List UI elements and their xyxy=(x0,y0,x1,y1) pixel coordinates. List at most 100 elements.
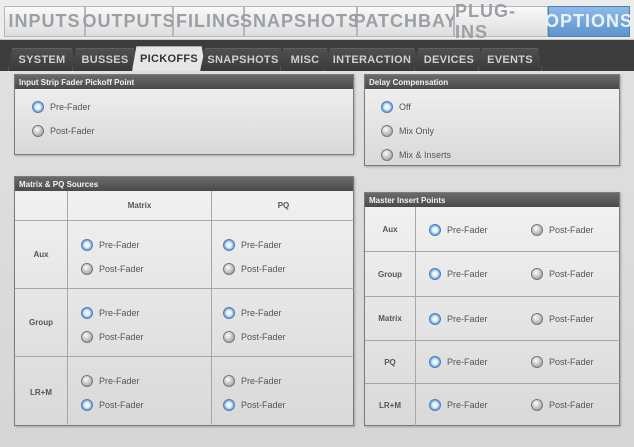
master-lrm-pre-fader-radio[interactable]: Pre-Fader xyxy=(429,399,488,411)
panel-title: Delay Compensation xyxy=(365,75,619,89)
input-strip-pre-fader-radio[interactable]: Pre-Fader xyxy=(32,101,91,113)
input-strip-pickoff-panel: Input Strip Fader Pickoff Point Pre-Fade… xyxy=(14,74,354,155)
radio-label: Pre-Fader xyxy=(447,357,488,367)
row-label-lrm: LR+M xyxy=(30,387,52,397)
lrm-pq-pre-fader-radio[interactable]: Pre-Fader xyxy=(223,375,282,387)
radio-label: Pre-Fader xyxy=(447,225,488,235)
subtab-devices[interactable]: DEVICES xyxy=(414,48,484,71)
radio-label: Pre-Fader xyxy=(241,308,282,318)
subtab-busses[interactable]: BUSSES xyxy=(72,48,138,71)
tab-inputs[interactable]: INPUTS xyxy=(4,6,85,37)
tab-filing[interactable]: FILING xyxy=(173,6,244,37)
radio-selected-icon xyxy=(81,399,93,411)
tab-snapshots[interactable]: SNAPSHOTS xyxy=(240,6,360,37)
delay-compensation-panel: Delay Compensation Off Mix Only Mix & In… xyxy=(364,74,620,166)
aux-pq-post-fader-radio[interactable]: Post-Fader xyxy=(223,263,286,275)
column-header-pq: PQ xyxy=(277,201,290,210)
master-group-post-fader-radio[interactable]: Post-Fader xyxy=(531,268,594,280)
delay-mix-inserts-radio[interactable]: Mix & Inserts xyxy=(381,149,451,161)
subtab-misc[interactable]: MISC xyxy=(280,48,330,71)
grid-divider xyxy=(415,207,416,427)
subtab-snapshots[interactable]: SNAPSHOTS xyxy=(200,48,286,71)
tab-options[interactable]: OPTIONS xyxy=(545,6,632,37)
row-label-aux: Aux xyxy=(33,250,49,259)
radio-label: Pre-Fader xyxy=(99,240,140,250)
subtab-interaction[interactable]: INTERACTION xyxy=(324,48,420,71)
radio-selected-icon xyxy=(429,224,441,236)
radio-selected-icon xyxy=(429,356,441,368)
radio-unselected-icon xyxy=(223,263,235,275)
delay-off-radio[interactable]: Off xyxy=(381,101,411,113)
radio-label: Off xyxy=(399,102,411,112)
master-aux-pre-fader-radio[interactable]: Pre-Fader xyxy=(429,224,488,236)
row-label-group: Group xyxy=(29,318,53,327)
lrm-matrix-post-fader-radio[interactable]: Post-Fader xyxy=(81,399,144,411)
aux-matrix-post-fader-radio[interactable]: Post-Fader xyxy=(81,263,144,275)
panel-title: Input Strip Fader Pickoff Point xyxy=(15,75,353,89)
tab-patchbay[interactable]: PATCHBAY xyxy=(354,6,456,37)
tab-outputs[interactable]: OUTPUTS xyxy=(83,6,175,37)
radio-unselected-icon xyxy=(531,399,543,411)
subtab-system[interactable]: SYSTEM xyxy=(8,48,76,71)
radio-label: Post-Fader xyxy=(241,332,286,342)
radio-unselected-icon xyxy=(531,268,543,280)
master-pq-post-fader-radio[interactable]: Post-Fader xyxy=(531,356,594,368)
row-label-aux: Aux xyxy=(382,224,398,234)
radio-unselected-icon xyxy=(223,375,235,387)
radio-unselected-icon xyxy=(531,313,543,325)
radio-unselected-icon xyxy=(81,263,93,275)
radio-label: Post-Fader xyxy=(99,264,144,274)
radio-unselected-icon xyxy=(81,331,93,343)
subtab-events[interactable]: EVENTS xyxy=(478,48,542,71)
tab-plug-ins[interactable]: PLUG-INS xyxy=(454,1,548,42)
master-group-pre-fader-radio[interactable]: Pre-Fader xyxy=(429,268,488,280)
row-label-pq: PQ xyxy=(384,357,396,367)
radio-label: Post-Fader xyxy=(549,269,594,279)
radio-label: Post-Fader xyxy=(50,126,95,136)
radio-unselected-icon xyxy=(81,375,93,387)
radio-label: Pre-Fader xyxy=(241,376,282,386)
delay-mix-only-radio[interactable]: Mix Only xyxy=(381,125,434,137)
radio-label: Post-Fader xyxy=(549,225,594,235)
master-matrix-post-fader-radio[interactable]: Post-Fader xyxy=(531,313,594,325)
radio-unselected-icon xyxy=(223,331,235,343)
row-label-lrm: LR+M xyxy=(379,401,401,410)
lrm-matrix-pre-fader-radio[interactable]: Pre-Fader xyxy=(81,375,140,387)
input-strip-post-fader-radio[interactable]: Post-Fader xyxy=(32,125,95,137)
radio-selected-icon xyxy=(429,268,441,280)
radio-unselected-icon xyxy=(32,125,44,137)
master-matrix-pre-fader-radio[interactable]: Pre-Fader xyxy=(429,313,488,325)
radio-label: Pre-Fader xyxy=(99,376,140,386)
radio-label: Post-Fader xyxy=(549,400,594,410)
group-matrix-post-fader-radio[interactable]: Post-Fader xyxy=(81,331,144,343)
radio-unselected-icon xyxy=(381,125,393,137)
master-pq-pre-fader-radio[interactable]: Pre-Fader xyxy=(429,356,488,368)
group-pq-post-fader-radio[interactable]: Post-Fader xyxy=(223,331,286,343)
grid-divider xyxy=(67,191,68,427)
lrm-pq-post-fader-radio[interactable]: Post-Fader xyxy=(223,399,286,411)
radio-unselected-icon xyxy=(531,224,543,236)
radio-selected-icon xyxy=(223,239,235,251)
group-pq-pre-fader-radio[interactable]: Pre-Fader xyxy=(223,307,282,319)
radio-label: Pre-Fader xyxy=(99,308,140,318)
panel-title: Master Insert Points xyxy=(365,193,619,207)
master-aux-post-fader-radio[interactable]: Post-Fader xyxy=(531,224,594,236)
column-header-matrix: Matrix xyxy=(127,201,152,210)
radio-label: Post-Fader xyxy=(99,332,144,342)
matrix-pq-sources-panel: Matrix & PQ Sources Matrix PQ Aux Pre-Fa… xyxy=(14,176,355,427)
radio-label: Pre-Fader xyxy=(241,240,282,250)
radio-selected-icon xyxy=(429,313,441,325)
radio-label: Pre-Fader xyxy=(50,102,91,112)
radio-selected-icon xyxy=(32,101,44,113)
group-matrix-pre-fader-radio[interactable]: Pre-Fader xyxy=(81,307,140,319)
radio-label: Post-Fader xyxy=(549,314,594,324)
master-lrm-post-fader-radio[interactable]: Post-Fader xyxy=(531,399,594,411)
radio-selected-icon xyxy=(81,239,93,251)
aux-pq-pre-fader-radio[interactable]: Pre-Fader xyxy=(223,239,282,251)
radio-selected-icon xyxy=(223,307,235,319)
radio-label: Pre-Fader xyxy=(447,400,488,410)
aux-matrix-pre-fader-radio[interactable]: Pre-Fader xyxy=(81,239,140,251)
subtab-pickoffs[interactable]: PICKOFFS xyxy=(132,46,206,71)
radio-label: Mix & Inserts xyxy=(399,150,452,160)
radio-label: Post-Fader xyxy=(99,400,144,410)
